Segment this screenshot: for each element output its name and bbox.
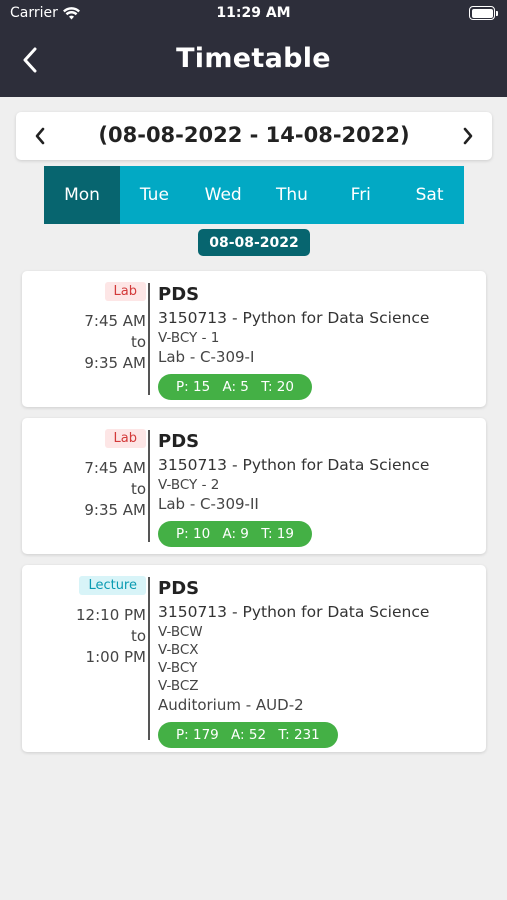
previous-week-button[interactable] [24,120,56,152]
session-time: 7:45 AM to 9:35 AM [84,458,146,521]
session-card[interactable]: Lab 7:45 AM to 9:35 AM PDS 3150713 - Pyt… [22,271,486,407]
subject-code: PDS [158,431,200,452]
session-type-badge: Lecture [79,576,146,595]
status-bar: Carrier 11:29 AM [0,0,507,28]
session-details: PDS 3150713 - Python for Data Science V-… [158,430,476,547]
day-tabs: Mon Tue Wed Thu Fri Sat [44,166,464,224]
total-count: T: 20 [261,379,294,395]
session-time-separator: to [130,333,146,351]
subject-name: 3150713 - Python for Data Science [158,603,430,621]
absent-count: A: 5 [222,379,249,395]
session-time-separator: to [130,480,146,498]
session-time-separator: to [130,627,146,645]
session-time-column: Lecture 12:10 PM to 1:00 PM [22,565,146,668]
batch-label: V-BCY [158,660,198,676]
present-count: P: 179 [176,727,219,743]
session-time-column: Lab 7:45 AM to 9:35 AM [22,418,146,521]
tab-tue[interactable]: Tue [120,166,189,224]
batch-label: V-BCX [158,642,199,658]
app-header: Carrier 11:29 AM Timetable [0,0,507,97]
batch-label: V-BCY - 2 [158,477,220,493]
absent-count: A: 52 [231,727,267,743]
session-end-time: 9:35 AM [84,501,146,519]
session-type-badge: Lab [104,429,146,448]
session-start-time: 7:45 AM [84,459,146,477]
attendance-summary: P: 15 A: 5 T: 20 [158,374,312,400]
batch-label: V-BCZ [158,678,199,694]
session-end-time: 9:35 AM [84,354,146,372]
session-time-column: Lab 7:45 AM to 9:35 AM [22,271,146,374]
page-title: Timetable [176,43,331,74]
total-count: T: 231 [278,727,320,743]
session-details: PDS 3150713 - Python for Data Science V-… [158,283,476,400]
attendance-summary: P: 179 A: 52 T: 231 [158,722,338,748]
subject-name: 3150713 - Python for Data Science [158,309,430,327]
card-divider [148,283,150,395]
session-start-time: 12:10 PM [76,606,146,624]
tab-sat[interactable]: Sat [395,166,464,224]
chevron-right-icon [463,127,473,145]
batch-label: V-BCY - 1 [158,330,220,346]
chevron-left-icon [35,127,45,145]
present-count: P: 15 [176,379,211,395]
subject-code: PDS [158,578,200,599]
venue-label: Auditorium - AUD-2 [158,696,304,714]
next-week-button[interactable] [452,120,484,152]
battery-icon [469,6,498,20]
attendance-summary: P: 10 A: 9 T: 19 [158,521,312,547]
card-divider [148,430,150,542]
status-time: 11:29 AM [216,5,291,21]
tab-thu[interactable]: Thu [258,166,327,224]
session-time: 12:10 PM to 1:00 PM [76,605,146,668]
tab-wed[interactable]: Wed [189,166,258,224]
venue-label: Lab - C-309-I [158,348,255,366]
session-card[interactable]: Lab 7:45 AM to 9:35 AM PDS 3150713 - Pyt… [22,418,486,554]
total-count: T: 19 [261,526,294,542]
session-start-time: 7:45 AM [84,312,146,330]
card-divider [148,577,150,740]
session-card[interactable]: Lecture 12:10 PM to 1:00 PM PDS 3150713 … [22,565,486,752]
batch-label: V-BCW [158,624,203,640]
session-type-badge: Lab [104,282,146,301]
subject-code: PDS [158,284,200,305]
subject-name: 3150713 - Python for Data Science [158,456,430,474]
session-end-time: 1:00 PM [85,648,146,666]
venue-label: Lab - C-309-II [158,495,259,513]
tab-mon[interactable]: Mon [44,166,120,224]
absent-count: A: 9 [222,526,249,542]
selected-date-badge: 08-08-2022 [198,229,310,256]
session-time: 7:45 AM to 9:35 AM [84,311,146,374]
session-details: PDS 3150713 - Python for Data Science V-… [158,577,476,748]
week-selector: (08-08-2022 - 14-08-2022) [16,112,492,160]
tab-fri[interactable]: Fri [326,166,395,224]
present-count: P: 10 [176,526,211,542]
week-range-label: (08-08-2022 - 14-08-2022) [98,123,410,147]
